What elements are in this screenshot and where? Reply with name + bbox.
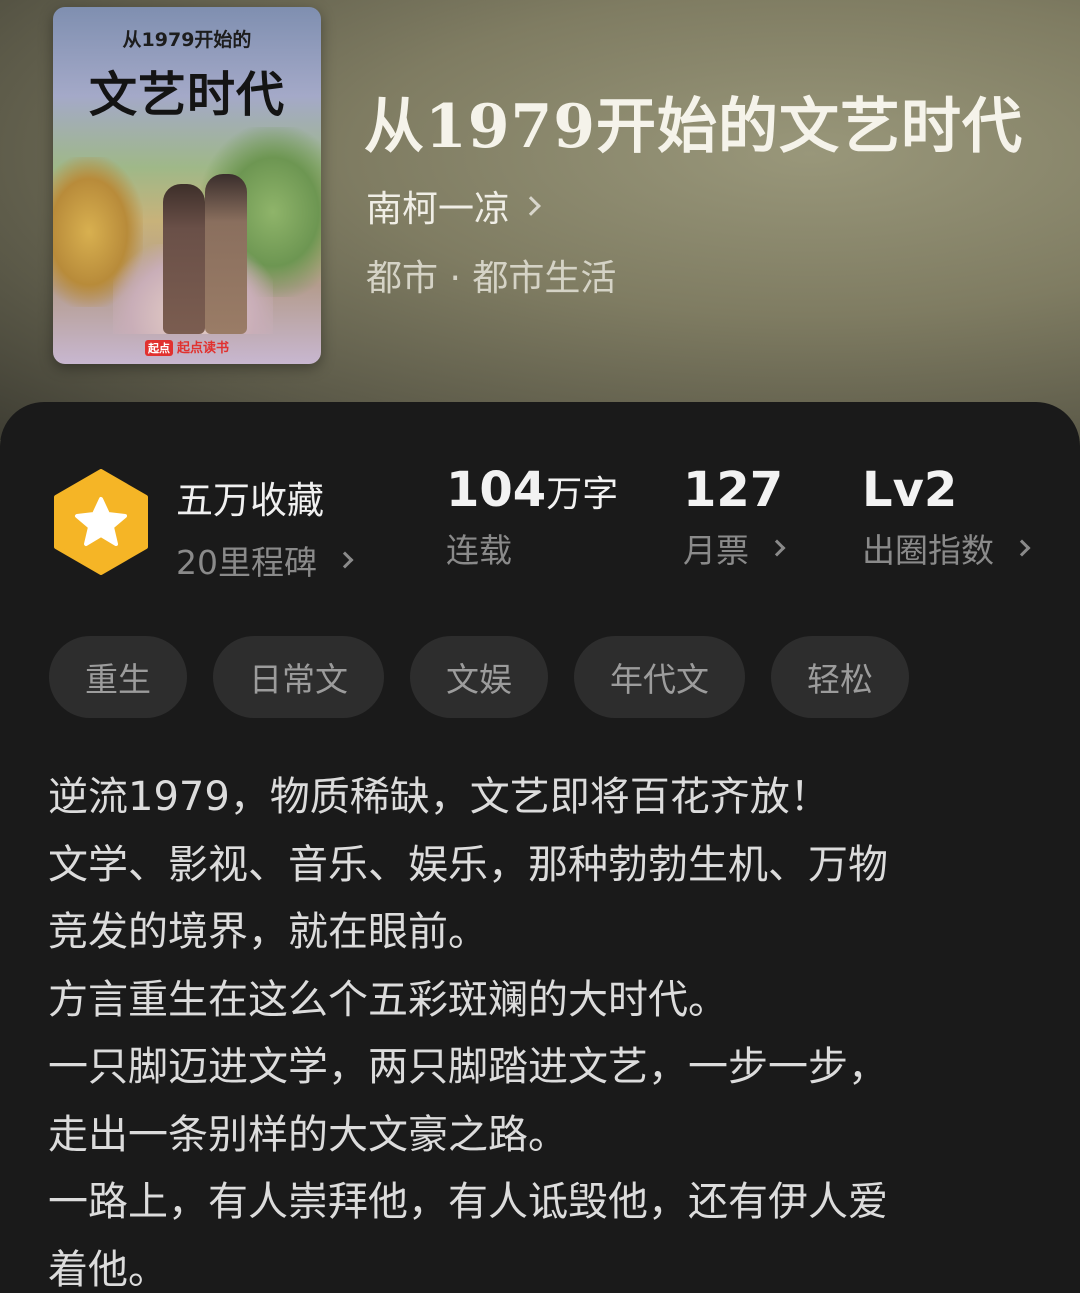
monthly-votes-number: 127	[683, 462, 784, 518]
author-name: 南柯一凉	[366, 189, 511, 230]
author-link[interactable]: 南柯一凉	[366, 180, 541, 232]
collection-sub: 20里程碑	[176, 536, 354, 584]
tag-chip[interactable]: 轻松	[771, 636, 909, 718]
popularity-level: Lv2	[862, 462, 958, 518]
book-category: 都市 · 都市生活	[366, 258, 617, 299]
star-badge-icon	[54, 469, 148, 575]
collection-stat[interactable]: 五万收藏 20里程碑	[176, 470, 354, 584]
book-title: 从1979开始的文艺时代	[364, 92, 1023, 162]
collection-title: 五万收藏	[176, 479, 324, 522]
description-line: 走出一条别样的大文豪之路。	[48, 1111, 568, 1158]
collection-sub-label: 20里程碑	[176, 543, 317, 582]
word-count-unit: 万字	[546, 474, 619, 515]
detail-panel: 五万收藏 20里程碑 104万字 连载 127 月票 Lv2 出圈指数 重生 日…	[0, 402, 1080, 1293]
description-line: 逆流1979，物质稀缺，文艺即将百花齐放！	[48, 774, 830, 820]
description-line: 着他。	[48, 1246, 168, 1293]
description-line: 一路上，有人崇拜他，有人诋毁他，还有伊人爱	[48, 1179, 888, 1225]
tag-chip[interactable]: 年代文	[574, 636, 745, 718]
description-line: 竞发的境界，就在眼前。	[48, 909, 488, 955]
tag-chip[interactable]: 文娱	[410, 636, 548, 718]
word-count: 104万字	[446, 462, 618, 518]
chevron-right-icon	[1013, 539, 1031, 557]
monthly-votes-label: 月票	[683, 531, 749, 570]
popularity-sub: 出圈指数	[862, 524, 1031, 572]
cover-art-person	[205, 174, 247, 334]
cover-brand-name: 起点读书	[176, 341, 229, 356]
tag-chip[interactable]: 重生	[49, 636, 187, 718]
popularity-index-stat[interactable]: Lv2 出圈指数	[862, 462, 1031, 572]
book-description[interactable]: 逆流1979，物质稀缺，文艺即将百花齐放！ 文学、影视、音乐、娱乐，那种勃勃生机…	[48, 764, 1048, 1293]
tag-list: 重生 日常文 文娱 年代文 轻松	[49, 636, 909, 718]
chevron-right-icon	[521, 196, 541, 216]
monthly-votes-sub: 月票	[683, 524, 786, 572]
chevron-right-icon	[336, 551, 354, 569]
word-count-number: 104	[446, 462, 547, 518]
cover-title: 文艺时代	[88, 67, 285, 123]
description-line: 文学、影视、音乐、娱乐，那种勃勃生机、万物	[48, 841, 888, 888]
cover-subtitle: 从1979开始的	[122, 29, 252, 51]
word-count-stat: 104万字 连载	[446, 462, 618, 572]
cover-brand: 起点 起点读书	[53, 337, 321, 356]
description-line: 一只脚迈进文学，两只脚踏进文艺，一步一步，	[48, 1044, 888, 1090]
description-line: 方言重生在这么个五彩斑斓的大时代。	[48, 976, 728, 1023]
brand-logo-icon: 起点	[144, 340, 173, 356]
book-cover[interactable]: 从1979开始的 文艺时代 起点 起点读书	[53, 7, 321, 364]
serial-status: 连载	[446, 524, 618, 572]
tag-chip[interactable]: 日常文	[213, 636, 384, 718]
chevron-right-icon	[768, 539, 786, 557]
monthly-votes-stat[interactable]: 127 月票	[683, 462, 786, 572]
serial-status-label: 连载	[446, 531, 512, 570]
cover-art-person	[163, 184, 205, 334]
popularity-label: 出圈指数	[862, 531, 994, 570]
